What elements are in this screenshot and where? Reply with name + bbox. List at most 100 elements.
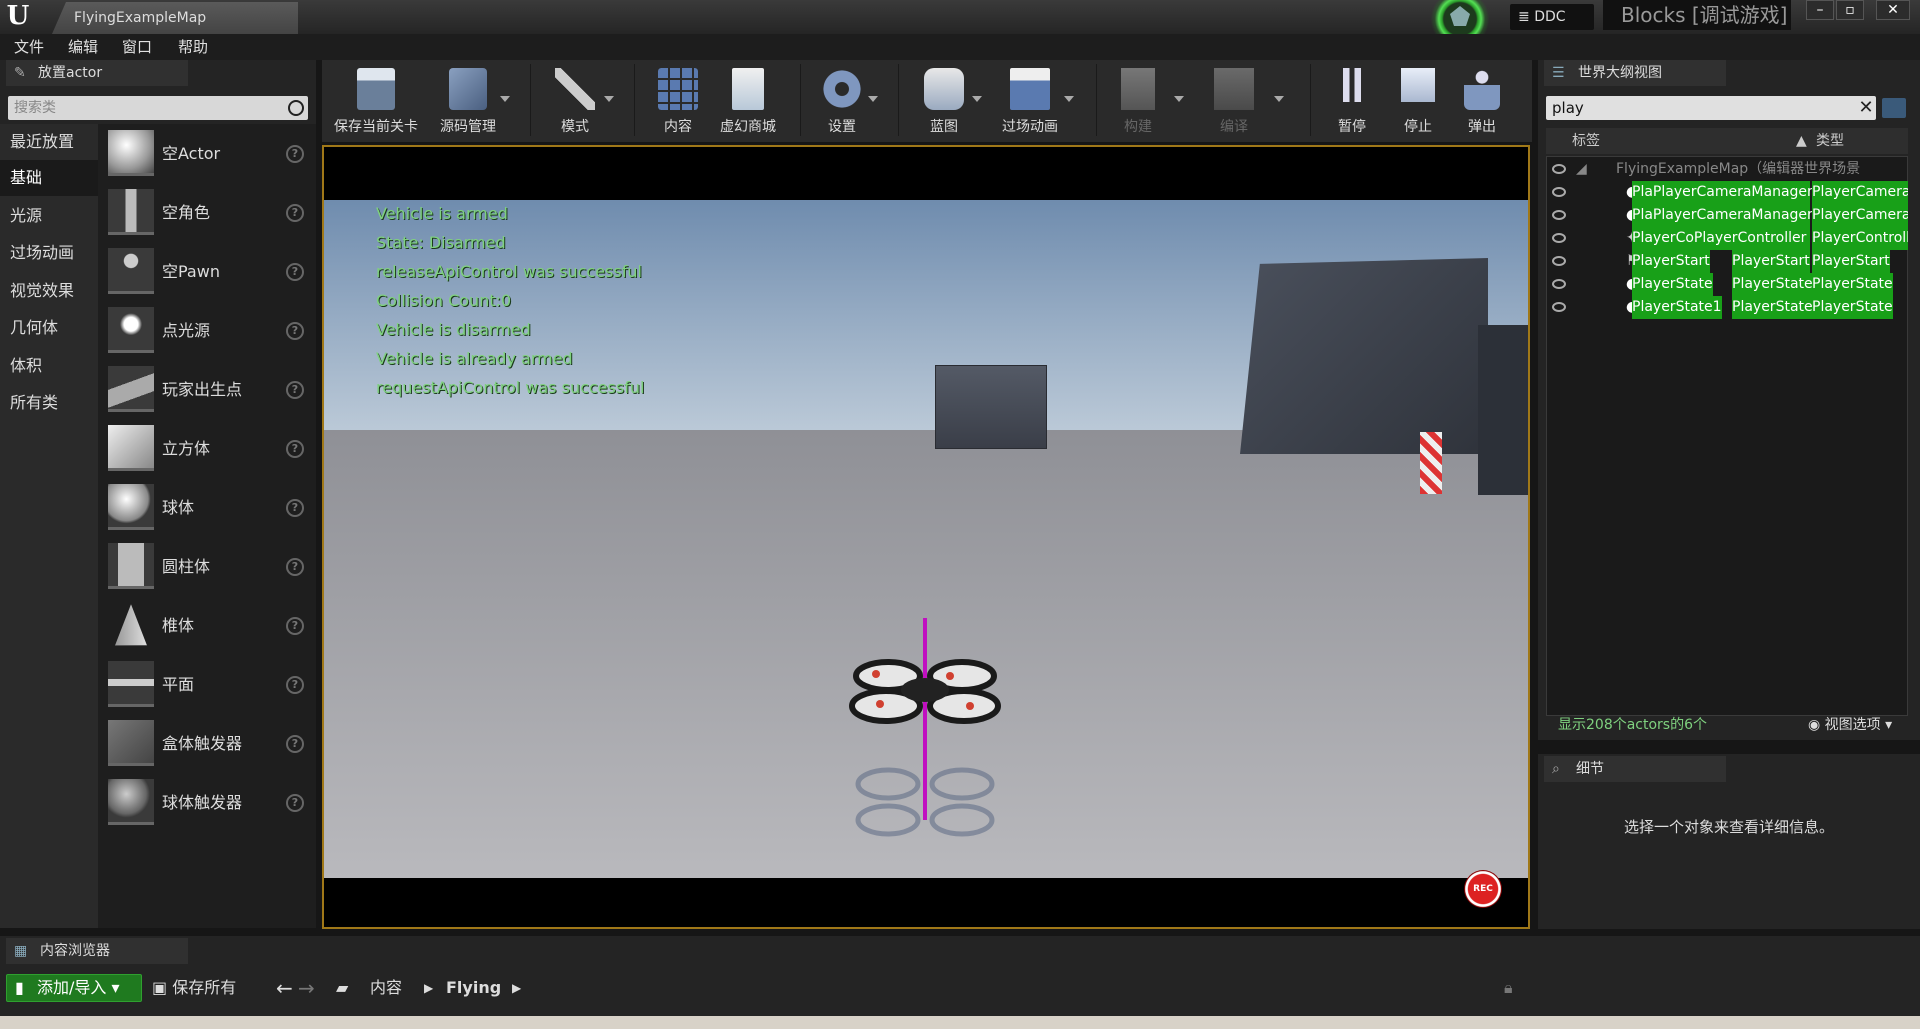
menu-file[interactable]: 文件	[14, 34, 44, 60]
table-row[interactable]: ●PlaPlayerCameraManagerPlayerCameral	[1546, 181, 1908, 204]
save-level-button[interactable]: 保存当前关卡	[328, 62, 424, 140]
expand-arrow-icon[interactable]: ◢	[1576, 158, 1587, 181]
help-icon[interactable]: ?	[286, 617, 304, 635]
modes-button[interactable]: 模式	[540, 62, 614, 140]
light-bulb-icon	[108, 307, 154, 353]
list-item[interactable]: 圆柱体?	[108, 539, 308, 595]
minimize-button[interactable]: –	[1806, 0, 1834, 20]
back-arrow-icon[interactable]: ←	[276, 974, 293, 1002]
table-row[interactable]: ●PlaPlayerCameraManagerPlayerCameral	[1546, 204, 1908, 227]
menu-edit[interactable]: 编辑	[68, 34, 98, 60]
help-icon[interactable]: ?	[286, 558, 304, 576]
breadcrumb-content[interactable]: 内容	[370, 974, 402, 1002]
button-label: 停止	[1404, 119, 1432, 135]
blueprints-button[interactable]: 蓝图	[910, 62, 982, 140]
clear-search-icon[interactable]: ✕	[1856, 96, 1876, 120]
help-icon[interactable]: ?	[286, 204, 304, 222]
breadcrumb-flying[interactable]: Flying	[446, 974, 501, 1002]
list-item[interactable]: 立方体?	[108, 421, 308, 477]
source-control-button[interactable]: 源码管理	[430, 62, 510, 140]
breadcrumb-separator-icon[interactable]: ▶	[512, 974, 521, 1002]
help-icon[interactable]: ?	[286, 322, 304, 340]
unreal-logo-icon: U	[6, 1, 30, 31]
menu-window[interactable]: 窗口	[122, 34, 152, 60]
pause-button[interactable]: 暂停	[1324, 62, 1380, 140]
visibility-eye-icon[interactable]	[1552, 210, 1566, 220]
visibility-eye-icon[interactable]	[1552, 302, 1566, 312]
table-row[interactable]: ⚑PlayerStartPlayerStartPlayerStart	[1546, 250, 1908, 273]
help-icon[interactable]: ?	[286, 676, 304, 694]
column-type-header[interactable]: 类型	[1816, 128, 1844, 154]
tab-place-actors[interactable]: ✎ 放置actor	[6, 60, 188, 86]
visibility-eye-icon[interactable]	[1552, 187, 1566, 197]
menu-help[interactable]: 帮助	[178, 34, 208, 60]
category-volumes[interactable]: 体积	[0, 348, 98, 384]
tab-world-outliner[interactable]: ☰ 世界大纲视图	[1544, 60, 1726, 86]
table-row[interactable]: ●PlayerStatePlayerStatePlayerState	[1546, 273, 1908, 296]
category-geometry[interactable]: 几何体	[0, 310, 98, 346]
button-label: 弹出	[1468, 119, 1496, 135]
outliner-search-input[interactable]: play	[1546, 96, 1876, 120]
category-basic[interactable]: 基础	[0, 160, 98, 196]
add-import-button[interactable]: ▮ 添加/导入 ▾	[6, 974, 142, 1002]
tab-content-browser[interactable]: ▦ 内容浏览器	[6, 938, 188, 964]
add-filter-icon[interactable]	[1882, 98, 1906, 118]
class-search-input[interactable]: 搜索类	[8, 96, 308, 120]
help-icon[interactable]: ?	[286, 381, 304, 399]
dropdown-arrow-icon	[972, 96, 982, 102]
list-item[interactable]: 空Actor?	[108, 126, 308, 182]
level-tab[interactable]: FlyingExampleMap	[52, 2, 298, 34]
list-item[interactable]: 玩家出生点?	[108, 362, 308, 418]
category-all-classes[interactable]: 所有类	[0, 385, 98, 421]
list-item[interactable]: 空角色?	[108, 185, 308, 241]
build-button[interactable]: 构建	[1110, 62, 1184, 140]
tree-root-row[interactable]: ◢ FlyingExampleMap（编辑器世界场景	[1546, 158, 1908, 181]
record-button[interactable]: REC	[1464, 870, 1502, 908]
category-cinematic[interactable]: 过场动画	[0, 235, 98, 271]
visibility-eye-icon[interactable]	[1552, 233, 1566, 243]
view-options-button[interactable]: ◉ 视图选项 ▾	[1808, 712, 1892, 738]
visibility-eye-icon[interactable]	[1552, 164, 1566, 174]
table-row[interactable]: ●PlayerState1PlayerStatePlayerState	[1546, 296, 1908, 319]
compile-button[interactable]: 编译	[1206, 62, 1284, 140]
category-visual-effects[interactable]: 视觉效果	[0, 273, 98, 309]
help-icon[interactable]: ?	[286, 263, 304, 281]
eject-button[interactable]: 弹出	[1454, 62, 1510, 140]
list-item[interactable]: 盒体触发器?	[108, 716, 308, 772]
list-item[interactable]: 椎体?	[108, 598, 308, 654]
search-icon[interactable]	[288, 100, 304, 116]
list-item[interactable]: 球体?	[108, 480, 308, 536]
list-item[interactable]: 点光源?	[108, 303, 308, 359]
tab-details[interactable]: ⌕ 细节	[1544, 756, 1726, 782]
settings-button[interactable]: 设置	[810, 62, 878, 140]
row-label: PlayerState1	[1632, 296, 1722, 319]
column-label-header[interactable]: 标签	[1572, 128, 1600, 154]
character-icon	[108, 189, 154, 235]
help-icon[interactable]: ?	[286, 735, 304, 753]
cinematics-button[interactable]: 过场动画	[990, 62, 1074, 140]
help-icon[interactable]: ?	[286, 440, 304, 458]
lock-icon[interactable]: 🔒︎	[1504, 974, 1513, 1002]
help-icon[interactable]: ?	[286, 794, 304, 812]
folder-icon[interactable]: ▰	[336, 974, 348, 1002]
table-row[interactable]: ✦PlayerCoPlayerControllerPlayerControll	[1546, 227, 1908, 250]
help-icon[interactable]: ?	[286, 499, 304, 517]
marketplace-button[interactable]: 虚幻商城	[712, 62, 784, 140]
visibility-eye-icon[interactable]	[1552, 256, 1566, 266]
dropdown-arrow-icon	[604, 96, 614, 102]
forward-arrow-icon[interactable]: →	[298, 974, 315, 1002]
breadcrumb-separator-icon[interactable]: ▶	[424, 974, 433, 1002]
category-lights[interactable]: 光源	[0, 198, 98, 234]
content-button[interactable]: 内容	[646, 62, 710, 140]
ddc-button[interactable]: ≣ DDC	[1510, 4, 1594, 30]
save-all-button[interactable]: ▣ 保存所有	[152, 974, 236, 1002]
list-item[interactable]: 球体触发器?	[108, 775, 308, 831]
category-recent[interactable]: 最近放置	[0, 124, 98, 160]
close-window-button[interactable]: ✕	[1876, 0, 1910, 20]
maximize-button[interactable]: ▫	[1836, 0, 1864, 20]
list-item[interactable]: 空Pawn?	[108, 244, 308, 300]
stop-button[interactable]: 停止	[1390, 62, 1446, 140]
help-icon[interactable]: ?	[286, 145, 304, 163]
list-item[interactable]: 平面?	[108, 657, 308, 713]
visibility-eye-icon[interactable]	[1552, 279, 1566, 289]
